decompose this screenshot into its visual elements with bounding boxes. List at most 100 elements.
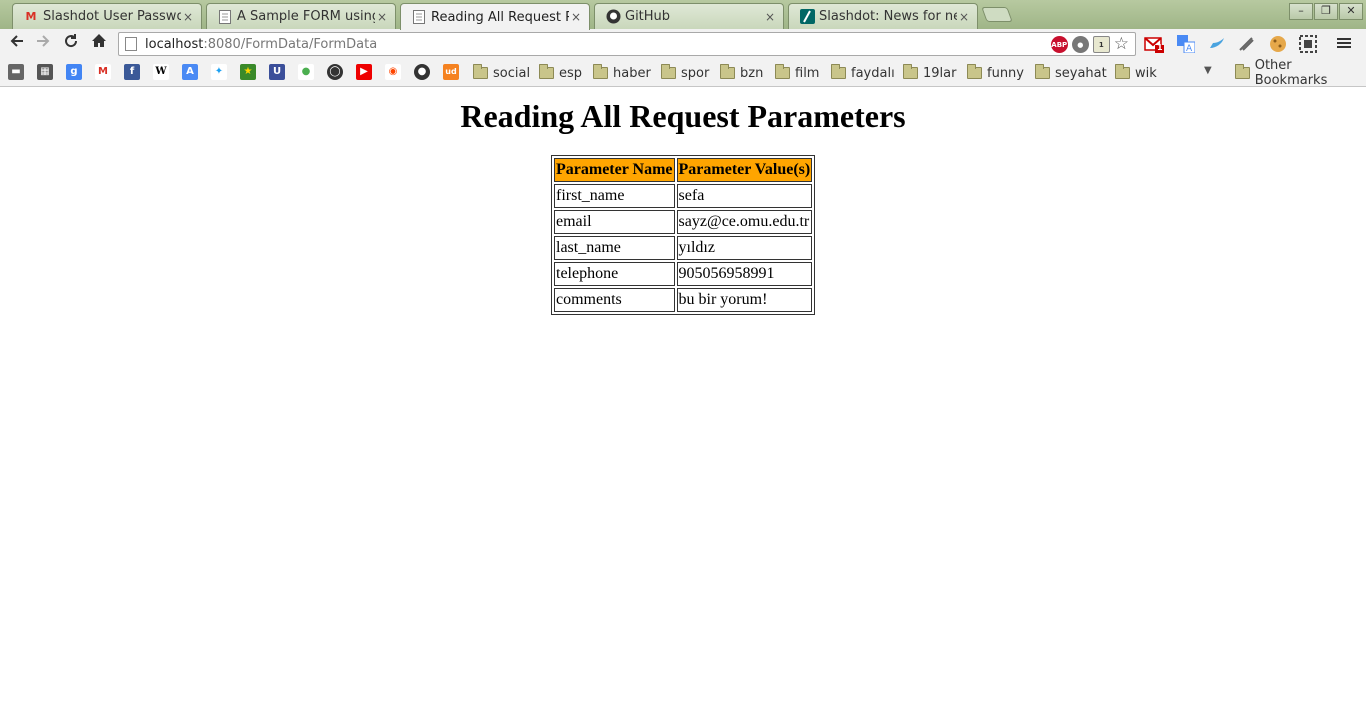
star-icon[interactable]: ☆ <box>1114 36 1129 53</box>
folder-icon <box>1115 64 1130 79</box>
url-host: localhost <box>145 36 204 52</box>
param-value: bu bir yorum! <box>676 288 813 312</box>
calculator-bookmark-icon[interactable]: ▦ <box>37 64 53 80</box>
back-button[interactable] <box>6 33 28 55</box>
other-bookmarks-folder[interactable]: Other Bookmarks <box>1235 58 1366 88</box>
bookmark-folder-wik[interactable]: wik <box>1115 64 1157 82</box>
tab-title: Reading All Request Par <box>431 9 569 25</box>
page-content: Reading All Request Parameters Parameter… <box>0 88 1366 727</box>
translate-bookmark-icon[interactable]: A <box>182 64 198 80</box>
param-name: first_name <box>554 184 675 208</box>
parameters-table: Parameter Name Parameter Value(s) first_… <box>551 155 816 315</box>
adblock-icon[interactable]: ABP <box>1050 36 1068 53</box>
wikipedia-bookmark-icon[interactable]: W <box>153 64 169 80</box>
folder-icon <box>831 64 846 79</box>
close-icon[interactable]: × <box>957 10 971 24</box>
bookmark-folder-spor[interactable]: spor <box>661 64 709 82</box>
reload-icon <box>65 34 78 48</box>
github-bookmark-icon[interactable]: ● <box>414 64 430 80</box>
menu-icon[interactable] <box>1334 35 1354 53</box>
reload-button[interactable] <box>60 33 82 55</box>
github-icon <box>605 9 621 25</box>
folder-icon <box>661 64 676 79</box>
toolbar: localhost :8080/FormData/FormData ABP ● … <box>0 29 1366 59</box>
bookmark-folder-funny[interactable]: funny <box>967 64 1024 82</box>
bookmarks-bar: ▬ ▦ g M f W A ✦ ★ U ● ◯ ▶ ◉ ● ud social … <box>0 58 1366 88</box>
tab-reading-request-params[interactable]: Reading All Request Par × <box>400 3 590 30</box>
cookie-extension-icon[interactable] <box>1268 35 1288 53</box>
back-arrow-icon <box>10 35 23 47</box>
reddit-bookmark-icon[interactable]: ◉ <box>385 64 401 80</box>
translate-icon[interactable]: A <box>1176 35 1196 54</box>
minimize-button[interactable]: – <box>1289 3 1313 20</box>
tab-sample-form[interactable]: A Sample FORM using P × <box>206 3 396 29</box>
slashdot-icon <box>799 9 815 25</box>
lightbulb-icon[interactable]: ● <box>1071 36 1089 53</box>
column-header-name: Parameter Name <box>554 158 675 182</box>
maximize-button[interactable]: ❐ <box>1314 3 1338 20</box>
tab-title: Slashdot User Password <box>43 9 181 24</box>
table-row: last_name yıldız <box>554 236 813 260</box>
gmail-icon: M <box>25 10 37 23</box>
star-bookmark-icon[interactable]: ★ <box>240 64 256 80</box>
table-header-row: Parameter Name Parameter Value(s) <box>554 158 813 182</box>
gmail-checker-icon[interactable]: 1 <box>1144 35 1164 53</box>
new-tab-button[interactable] <box>981 7 1013 22</box>
table-row: first_name sefa <box>554 184 813 208</box>
bookmark-folder-film[interactable]: film <box>775 64 819 82</box>
wordpress-bookmark-icon[interactable]: ◯ <box>327 64 343 80</box>
inbox-bookmark-icon[interactable]: ▬ <box>8 64 24 80</box>
table-row: telephone 905056958991 <box>554 262 813 286</box>
urbandictionary-bookmark-icon[interactable]: ud <box>443 64 459 80</box>
bookmark-manager-icon[interactable]: 1 <box>1092 36 1110 53</box>
screenshot-extension-icon[interactable] <box>1298 35 1318 53</box>
address-bar[interactable]: localhost :8080/FormData/FormData ABP ● … <box>118 32 1136 56</box>
document-icon <box>411 9 427 25</box>
gmail-bookmark-icon[interactable]: M <box>95 64 111 80</box>
tab-title: A Sample FORM using P <box>237 9 375 24</box>
bookmark-folder-19lar[interactable]: 19lar <box>903 64 956 82</box>
bookmark-folder-haber[interactable]: haber <box>593 64 651 82</box>
tab-github[interactable]: GitHub × <box>594 3 784 29</box>
forward-button[interactable] <box>32 33 54 55</box>
page-heading: Reading All Request Parameters <box>460 98 906 134</box>
svg-text:A: A <box>1186 44 1193 53</box>
bookmarks-overflow-chevron-icon[interactable]: ▼ <box>1204 65 1212 76</box>
close-window-button[interactable]: ✕ <box>1339 3 1363 20</box>
param-name: telephone <box>554 262 675 286</box>
pen-extension-icon[interactable] <box>1237 35 1257 53</box>
close-icon[interactable]: × <box>375 10 389 24</box>
document-icon <box>217 9 233 25</box>
close-icon[interactable]: × <box>569 10 583 24</box>
home-button[interactable] <box>88 33 110 55</box>
url-path: :8080/FormData/FormData <box>203 36 378 52</box>
tab-title: GitHub <box>625 9 671 24</box>
close-icon[interactable]: × <box>181 10 195 24</box>
folder-icon <box>593 64 608 79</box>
folder-icon <box>539 64 554 79</box>
u-bookmark-icon[interactable]: U <box>269 64 285 80</box>
close-icon[interactable]: × <box>763 10 777 24</box>
param-value: 905056958991 <box>676 262 813 286</box>
param-value: sefa <box>676 184 813 208</box>
folder-icon <box>1235 64 1250 79</box>
folder-icon <box>720 64 735 79</box>
tab-slashdot-password[interactable]: M Slashdot User Password × <box>12 3 202 29</box>
bookmark-folder-faydali[interactable]: faydalı <box>831 64 895 82</box>
bird-extension-icon[interactable] <box>1207 35 1227 53</box>
google-bookmark-icon[interactable]: g <box>66 64 82 80</box>
page-icon <box>125 37 137 51</box>
bookmark-folder-bzn[interactable]: bzn <box>720 64 763 82</box>
bookmark-folder-social[interactable]: social <box>473 64 530 82</box>
tab-slashdot-news[interactable]: Slashdot: News for nerd × <box>788 3 978 29</box>
bookmark-folder-esp[interactable]: esp <box>539 64 582 82</box>
table-row: comments bu bir yorum! <box>554 288 813 312</box>
drop-bookmark-icon[interactable]: ● <box>298 64 314 80</box>
youtube-bookmark-icon[interactable]: ▶ <box>356 64 372 80</box>
param-value: yıldız <box>676 236 813 260</box>
facebook-bookmark-icon[interactable]: f <box>124 64 140 80</box>
twitter-bookmark-icon[interactable]: ✦ <box>211 64 227 80</box>
folder-icon <box>903 64 918 79</box>
bookmark-folder-seyahat[interactable]: seyahat <box>1035 64 1107 82</box>
folder-icon <box>1035 64 1050 79</box>
